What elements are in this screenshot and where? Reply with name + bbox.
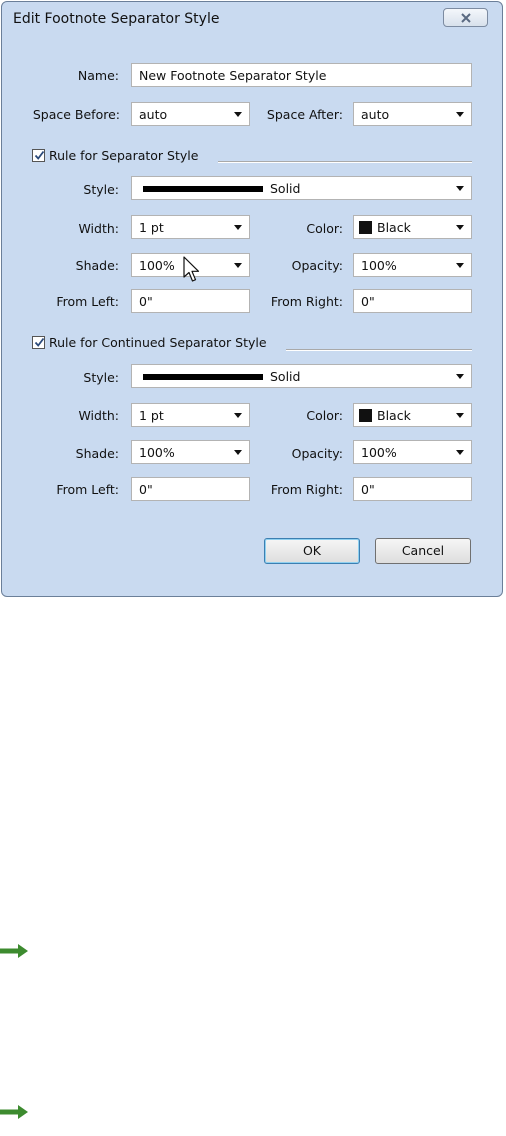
space-after-label: Space After: [266,107,343,122]
opacity-label: Opacity: [291,446,343,461]
continued-width-dropdown[interactable]: 1 pt [131,403,250,427]
chevron-down-icon [234,112,242,117]
chevron-down-icon [456,413,464,418]
space-after-value: auto [361,107,390,122]
chevron-down-icon [456,186,464,191]
chevron-down-icon [234,263,242,268]
name-field[interactable]: New Footnote Separator Style [131,63,472,87]
separator-width-value: 1 pt [139,220,164,235]
green-arrow-icon [0,944,28,958]
separator-rule-checkbox[interactable] [32,149,45,162]
continued-width-value: 1 pt [139,408,164,423]
separator-from-right-field[interactable]: 0" [353,289,472,313]
continued-shade-dropdown[interactable]: 100% [131,440,250,464]
continued-rule-label: Rule for Continued Separator Style [49,335,267,350]
space-after-dropdown[interactable]: auto [353,102,472,126]
color-swatch [359,409,372,422]
continued-color-value: Black [377,408,411,423]
color-swatch [359,221,372,234]
title-bar: Edit Footnote Separator Style [2,2,502,40]
checkmark-icon [34,150,45,160]
ok-button[interactable]: OK [264,538,360,564]
space-before-dropdown[interactable]: auto [131,102,250,126]
continued-color-dropdown[interactable]: Black [353,403,472,427]
from-left-label: From Left: [56,482,119,497]
separator-style-dropdown[interactable]: Solid [131,176,472,200]
separator-color-dropdown[interactable]: Black [353,215,472,239]
green-arrow-icon [0,1105,28,1119]
width-label: Width: [78,221,119,236]
style-label: Style: [83,370,119,385]
color-label: Color: [306,408,343,423]
name-label: Name: [77,68,119,83]
continued-opacity-value: 100% [361,445,397,460]
mouse-pointer-icon [183,256,200,282]
chevron-down-icon [456,374,464,379]
separator-opacity-dropdown[interactable]: 100% [353,253,472,277]
checkmark-icon [34,337,45,347]
cancel-button[interactable]: Cancel [375,538,471,564]
space-before-value: auto [139,107,168,122]
separator-width-dropdown[interactable]: 1 pt [131,215,250,239]
separator-rule-label: Rule for Separator Style [49,148,199,163]
shade-label: Shade: [75,258,119,273]
color-label: Color: [306,221,343,236]
separator-from-left-field[interactable]: 0" [131,289,250,313]
space-before-label: Space Before: [32,107,120,122]
dialog-title: Edit Footnote Separator Style [13,11,220,27]
stroke-preview [143,374,263,380]
stroke-preview [143,186,263,192]
continued-from-right-field[interactable]: 0" [353,477,472,501]
continued-shade-value: 100% [139,445,175,460]
close-button[interactable] [443,8,488,27]
chevron-down-icon [456,112,464,117]
continued-rule-checkbox[interactable] [32,336,45,349]
style-label: Style: [83,182,119,197]
separator-color-value: Black [377,220,411,235]
from-right-label: From Right: [270,482,343,497]
chevron-down-icon [456,263,464,268]
chevron-down-icon [456,450,464,455]
separator-style-value: Solid [270,181,301,196]
continued-opacity-dropdown[interactable]: 100% [353,440,472,464]
chevron-down-icon [234,225,242,230]
chevron-down-icon [456,225,464,230]
separator-shade-value: 100% [139,258,175,273]
continued-from-left-field[interactable]: 0" [131,477,250,501]
continued-style-value: Solid [270,369,301,384]
opacity-label: Opacity: [291,258,343,273]
from-left-label: From Left: [56,294,119,309]
continued-style-dropdown[interactable]: Solid [131,364,472,388]
group-divider [218,161,472,163]
from-right-label: From Right: [270,294,343,309]
chevron-down-icon [234,413,242,418]
chevron-down-icon [234,450,242,455]
separator-opacity-value: 100% [361,258,397,273]
group-divider [286,349,472,351]
width-label: Width: [78,408,119,423]
close-icon [461,13,471,23]
shade-label: Shade: [75,446,119,461]
